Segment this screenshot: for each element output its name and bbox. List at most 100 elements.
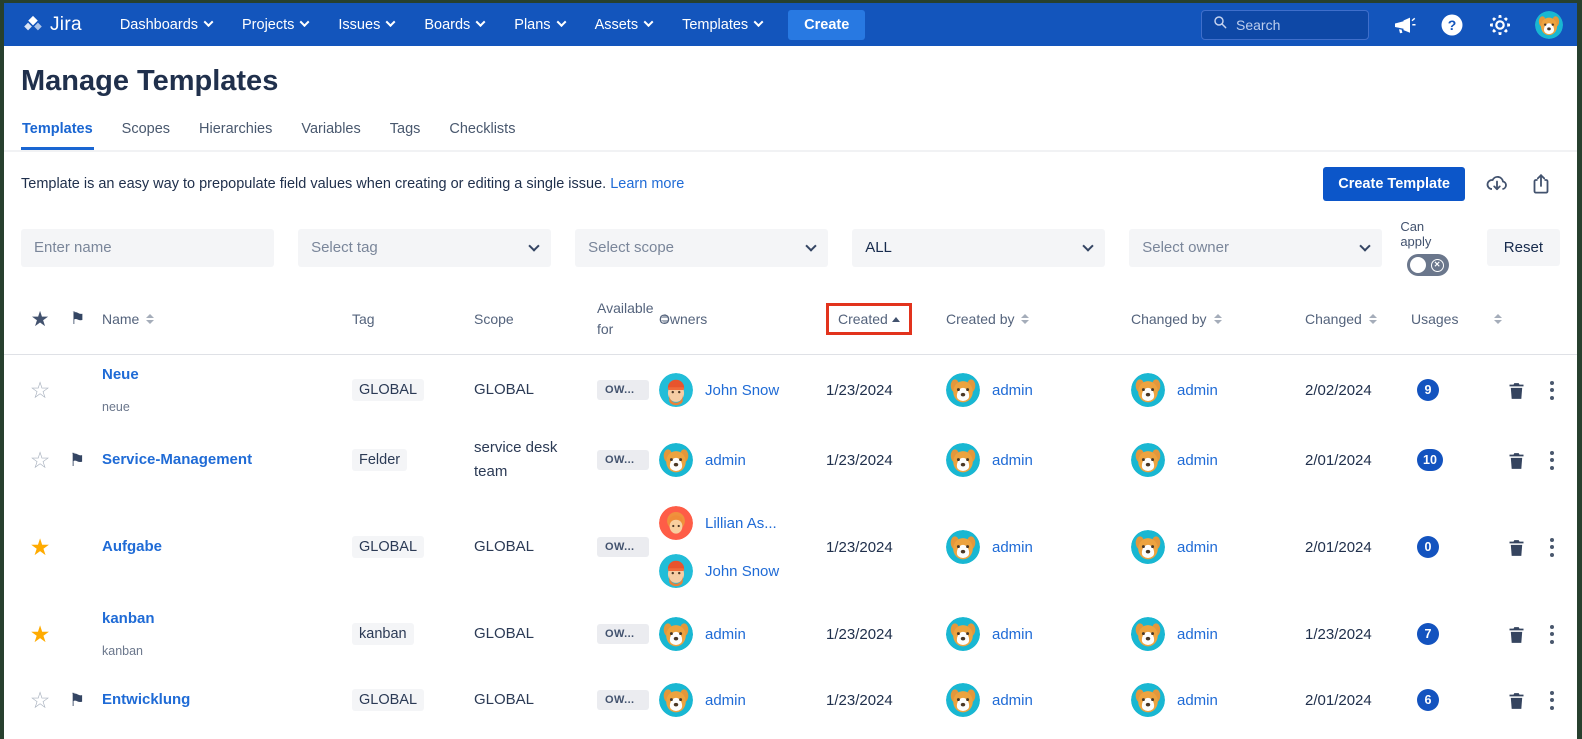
tab[interactable]: Scopes xyxy=(121,121,171,150)
star-icon[interactable]: ☆ xyxy=(30,378,51,402)
kebab-menu-icon[interactable] xyxy=(1546,623,1558,646)
column-header-changed[interactable]: Changed xyxy=(1305,311,1411,327)
name-filter-input[interactable] xyxy=(34,239,262,256)
column-header-scope[interactable]: Scope xyxy=(474,311,597,327)
flag-icon[interactable]: ⚑ xyxy=(60,451,102,469)
flag-icon[interactable]: ⚑ xyxy=(60,691,102,709)
sort-icon xyxy=(1021,314,1030,324)
tab-label: Hierarchies xyxy=(199,121,273,137)
created-by-link[interactable]: admin xyxy=(992,692,1033,709)
column-header-owners[interactable]: Owners xyxy=(659,311,826,327)
star-icon[interactable]: ★ xyxy=(30,535,51,559)
tab[interactable]: Hierarchies xyxy=(198,121,273,150)
created-by-cell: admin xyxy=(934,530,1119,564)
tag-filter-select[interactable]: Select tag xyxy=(298,228,552,267)
changed-by-link[interactable]: admin xyxy=(1177,452,1218,469)
can-apply-toggle[interactable]: ✕ xyxy=(1406,254,1449,276)
usages-cell: 7 xyxy=(1411,623,1496,645)
nav-menu-item[interactable]: Projects xyxy=(242,17,310,33)
search-input[interactable] xyxy=(1236,16,1346,33)
megaphone-icon[interactable] xyxy=(1391,12,1417,38)
created-by-cell: admin xyxy=(934,373,1119,407)
column-header-available-for[interactable]: Available for xyxy=(597,298,669,340)
create-template-button[interactable]: Create Template xyxy=(1323,167,1465,201)
flag-column-icon[interactable]: ⚑ xyxy=(60,309,102,329)
tab[interactable]: Checklists xyxy=(448,121,516,150)
kebab-menu-icon[interactable] xyxy=(1546,379,1558,402)
nav-menu-item[interactable]: Assets xyxy=(595,17,654,33)
template-name-link[interactable]: Neue xyxy=(102,366,139,383)
owner-filter-select[interactable]: Select owner xyxy=(1129,228,1383,267)
kebab-menu-icon[interactable] xyxy=(1546,449,1558,472)
column-header-name[interactable]: Name xyxy=(102,311,352,327)
column-header-tag[interactable]: Tag xyxy=(352,311,474,327)
jira-brand[interactable]: Jira xyxy=(22,14,82,36)
owner-link[interactable]: John Snow xyxy=(705,563,779,580)
kebab-menu-icon[interactable] xyxy=(1546,689,1558,712)
nav-menu-item[interactable]: Plans xyxy=(514,17,567,33)
owner-link[interactable]: John Snow xyxy=(705,382,779,399)
star-column-icon[interactable]: ★ xyxy=(31,307,50,332)
column-header-created[interactable]: Created xyxy=(826,303,934,335)
dog-avatar-icon xyxy=(659,683,693,717)
top-navbar: Jira Dashboards Projects Issues Boards P… xyxy=(4,3,1577,46)
delete-trash-icon[interactable] xyxy=(1506,450,1527,471)
created-by-link[interactable]: admin xyxy=(992,539,1033,556)
owner-link[interactable]: admin xyxy=(705,692,746,709)
tab[interactable]: Tags xyxy=(389,121,422,150)
reset-button[interactable]: Reset xyxy=(1486,229,1560,266)
page-title: Manage Templates xyxy=(21,65,279,97)
type-filter-select[interactable]: ALL xyxy=(852,228,1106,267)
column-header-created-by[interactable]: Created by xyxy=(934,311,1119,327)
learn-more-link[interactable]: Learn more xyxy=(610,176,684,192)
owner-item: admin xyxy=(659,443,826,477)
nav-menu-item[interactable]: Issues xyxy=(338,17,396,33)
usages-badge: 0 xyxy=(1417,536,1439,558)
changed-by-link[interactable]: admin xyxy=(1177,626,1218,643)
user-avatar[interactable] xyxy=(1535,10,1563,39)
nav-menu-item[interactable]: Boards xyxy=(424,17,486,33)
star-icon[interactable]: ★ xyxy=(30,622,51,646)
nav-menu-item[interactable]: Templates xyxy=(682,17,764,33)
available-for-cell: OW... xyxy=(597,624,659,644)
kebab-menu-icon[interactable] xyxy=(1546,536,1558,559)
tab[interactable]: Templates xyxy=(21,121,94,150)
star-icon[interactable]: ☆ xyxy=(30,448,51,472)
template-name-link[interactable]: Entwicklung xyxy=(102,691,190,708)
gear-icon[interactable] xyxy=(1487,12,1513,38)
column-header-usages[interactable]: Usages xyxy=(1411,311,1503,327)
template-name-link[interactable]: kanban xyxy=(102,610,155,627)
owner-item: admin xyxy=(659,683,826,717)
created-by-cell: admin xyxy=(934,617,1119,651)
jira-logo-icon xyxy=(22,14,44,36)
owner-link[interactable]: admin xyxy=(705,626,746,643)
template-name-link[interactable]: Service-Management xyxy=(102,451,252,468)
export-share-icon[interactable] xyxy=(1529,172,1553,196)
delete-trash-icon[interactable] xyxy=(1506,624,1527,645)
sort-icon xyxy=(1368,314,1377,324)
changed-by-link[interactable]: admin xyxy=(1177,539,1218,556)
created-by-link[interactable]: admin xyxy=(992,452,1033,469)
can-apply-label: Can apply xyxy=(1400,219,1432,249)
column-header-changed-by[interactable]: Changed by xyxy=(1119,311,1305,327)
delete-trash-icon[interactable] xyxy=(1506,537,1527,558)
nav-create-button[interactable]: Create xyxy=(788,9,866,40)
tab[interactable]: Variables xyxy=(300,121,361,150)
scope-filter-select[interactable]: Select scope xyxy=(575,228,829,267)
import-cloud-download-icon[interactable] xyxy=(1485,172,1509,196)
owner-link[interactable]: Lillian As... xyxy=(705,515,777,532)
changed-by-link[interactable]: admin xyxy=(1177,382,1218,399)
global-search[interactable] xyxy=(1201,9,1369,40)
delete-trash-icon[interactable] xyxy=(1506,380,1527,401)
changed-by-link[interactable]: admin xyxy=(1177,692,1218,709)
delete-trash-icon[interactable] xyxy=(1506,690,1527,711)
star-icon[interactable]: ☆ xyxy=(30,688,51,712)
template-name-link[interactable]: Aufgabe xyxy=(102,538,162,555)
created-by-cell: admin xyxy=(934,683,1119,717)
help-icon[interactable]: ? xyxy=(1439,12,1465,38)
created-by-link[interactable]: admin xyxy=(992,626,1033,643)
usages-cell: 10 xyxy=(1411,449,1496,471)
created-by-link[interactable]: admin xyxy=(992,382,1033,399)
owner-link[interactable]: admin xyxy=(705,452,746,469)
nav-menu-item[interactable]: Dashboards xyxy=(120,17,214,33)
